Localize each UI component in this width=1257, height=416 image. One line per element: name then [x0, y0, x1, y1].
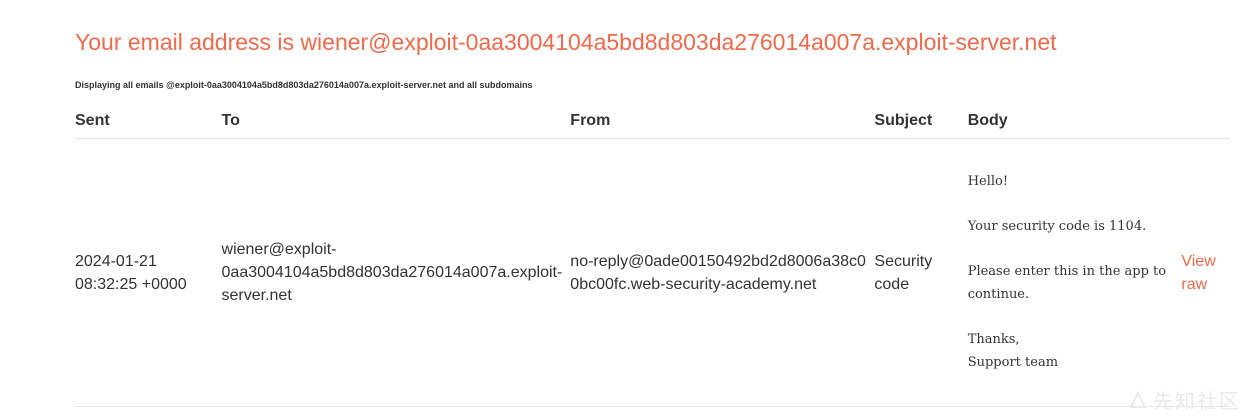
watermark: 先知社区 [1129, 385, 1241, 414]
table-header-row: Sent To From Subject Body [75, 103, 1230, 139]
page-title: Your email address is wiener@exploit-0aa… [75, 29, 1057, 56]
column-header-to: To [221, 103, 571, 139]
view-raw-link[interactable]: View raw [1181, 250, 1230, 296]
column-header-sent: Sent [75, 103, 222, 139]
page-subtitle: Displaying all emails @exploit-0aa300410… [75, 79, 533, 90]
email-body: Hello! Your security code is 1104. Pleas… [967, 173, 1167, 370]
email-from-address: no-reply@0ade00150492bd2d8006a38c00bc00f… [570, 252, 866, 293]
email-to-address: wiener@exploit-0aa3004104a5bd8d803da2760… [221, 241, 563, 304]
column-header-actions [1181, 103, 1230, 139]
email-from-cell: no-reply@0ade00150492bd2d8006a38c00bc00f… [570, 138, 875, 407]
email-sent-cell: 2024-01-21 08:32:25 +0000 [75, 138, 222, 407]
email-client-page: Your email address is wiener@exploit-0aa… [0, 0, 1257, 416]
watermark-logo-icon [1129, 390, 1147, 408]
email-to-cell: wiener@exploit-0aa3004104a5bd8d803da2760… [221, 138, 571, 407]
email-subject-cell: Security code [874, 138, 968, 407]
email-subject: Security code [874, 252, 933, 293]
email-table: Sent To From Subject Body 2024-01-21 08:… [75, 103, 1230, 407]
table-row: 2024-01-21 08:32:25 +0000 wiener@exploit… [75, 138, 1230, 407]
watermark-text: 先知社区 [1153, 391, 1241, 413]
email-body-cell: Hello! Your security code is 1104. Pleas… [967, 138, 1182, 407]
email-sent-time: 2024-01-21 08:32:25 +0000 [75, 252, 187, 293]
column-header-body: Body [967, 103, 1182, 139]
column-header-from: From [570, 103, 875, 139]
email-actions-cell: View raw [1181, 138, 1230, 407]
column-header-subject: Subject [874, 103, 968, 139]
